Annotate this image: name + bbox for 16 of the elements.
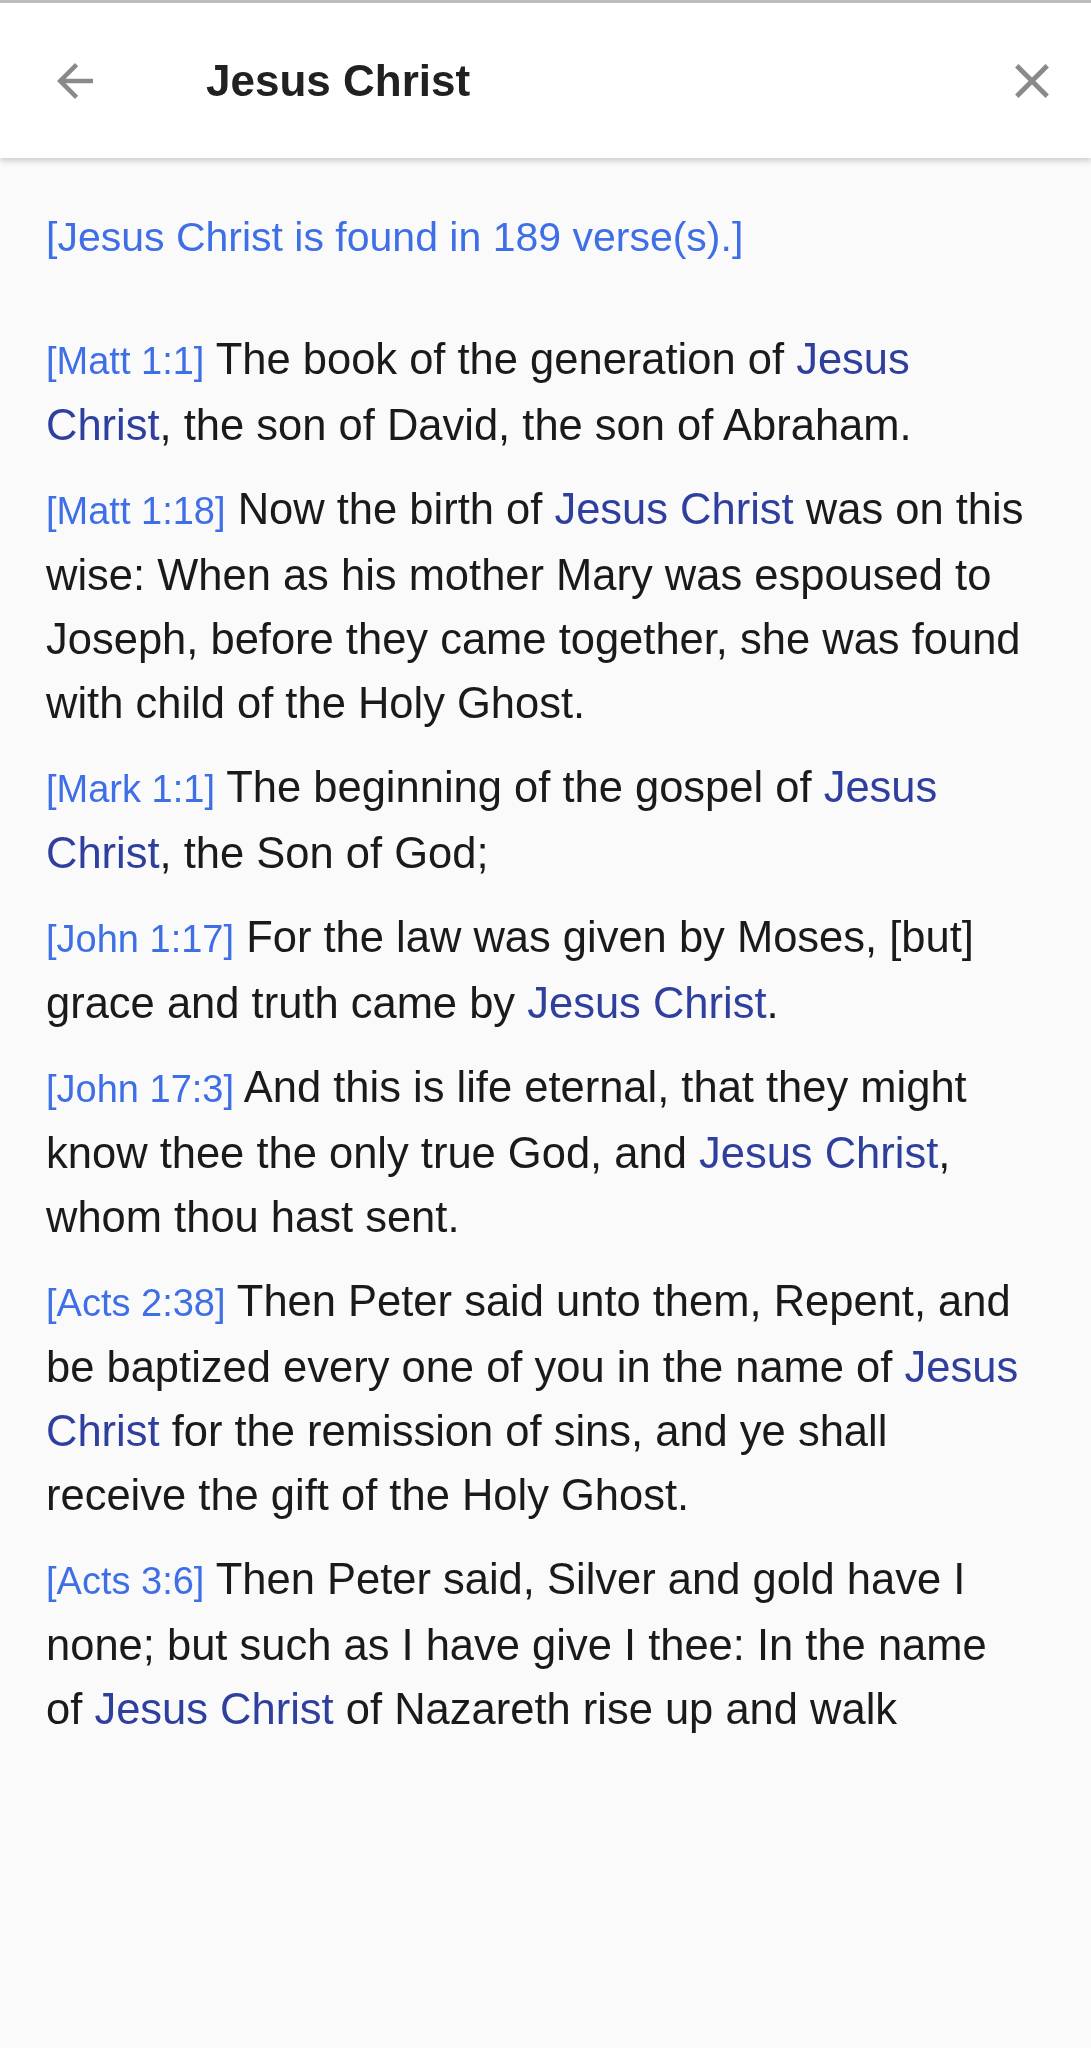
verse-text: [John 17:3] And this is life eternal, that they might know thee the only true God, and Jesus Christ, whom thou hast sent. [46,1062,968,1243]
verse-text: [Mark 1:1] The beginning of the gospel of Jesus Christ, the Son of God; [46,762,939,879]
verse-text: [Matt 1:1] The book of the generation of Jesus Christ, the son of David, the son of Abraham. [46,334,913,451]
verse-reference-link[interactable]: [John 1:17] [46,918,235,960]
verse-reference-link[interactable]: [Matt 1:18] [46,490,226,532]
verse-text: [Matt 1:18] Now the birth of Jesus Christ was on this wise: When as his mother Mary was espoused to Joseph, before they came together, she was found with child of the Holy Ghost. [46,484,1025,729]
verse-reference-link[interactable]: [Mark 1:1] [46,768,215,810]
verse-text: [Acts 3:6] Then Peter said, Silver and gold have I none; but such as I have give I thee: In the name of Jesus Christ of Nazareth rise up and walk [46,1554,988,1735]
verse-reference-link[interactable]: [John 17:3] [46,1068,235,1110]
result-count: [Jesus Christ is found in 189 verse(s).] [46,214,745,261]
verse-reference-link[interactable]: [Acts 3:6] [46,1560,205,1602]
search-title: Jesus Christ [206,55,472,106]
verse-text: [John 1:17] For the law was given by Moses, [but] grace and truth came by Jesus Christ. [46,912,975,1029]
verse-reference-link[interactable]: [Matt 1:1] [46,340,205,382]
verse-text: [Acts 2:38] Then Peter said unto them, Repent, and be baptized every one of you in the name of Jesus Christ for the remission of sins, and ye shall receive the gift of the Holy Ghost. [46,1276,1020,1521]
verse-reference-link[interactable]: [Acts 2:38] [46,1282,226,1324]
